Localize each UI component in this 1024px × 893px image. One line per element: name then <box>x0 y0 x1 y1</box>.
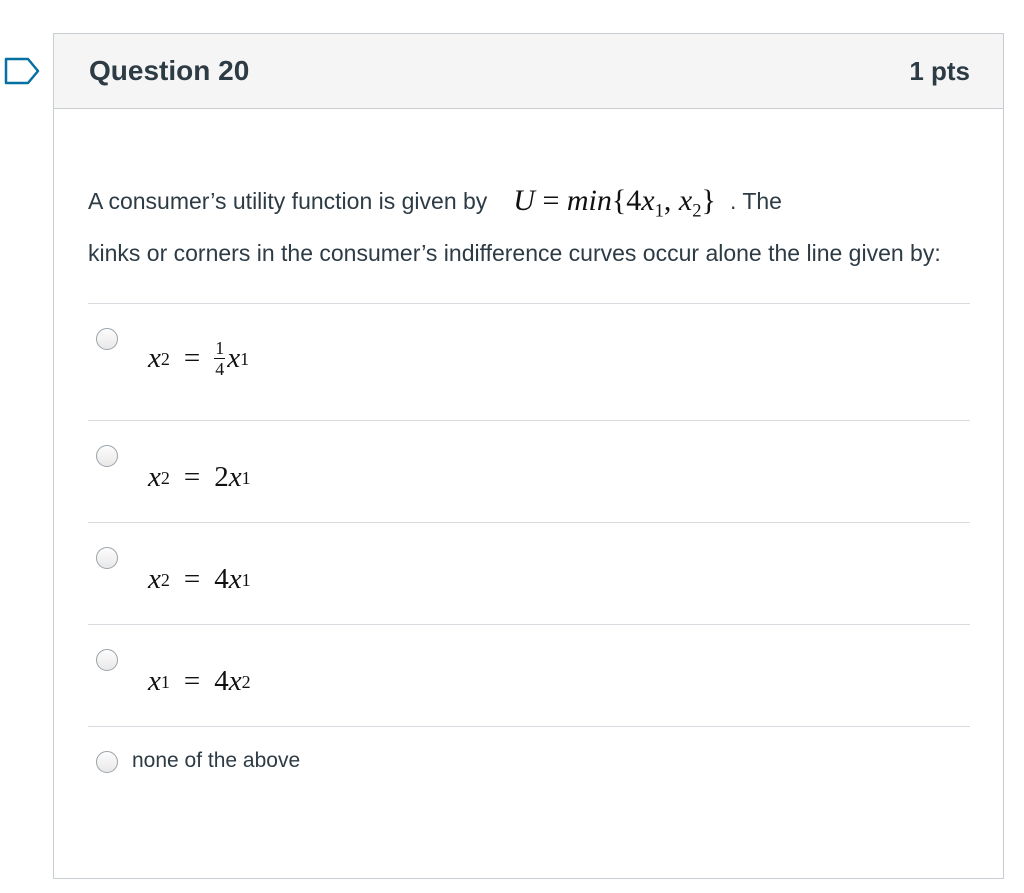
answer-list: x 2 = 1 4 x 1 x 2 = 2 x 1 x 2 = 4 x 1 x 1 = 4 x 2 <box>88 303 970 797</box>
answer-a-equation: x 2 = 1 4 x 1 <box>148 338 250 379</box>
question-body: A consumer’s utility function is given b… <box>54 171 1003 797</box>
answer-option-b[interactable]: x 2 = 2 x 1 <box>88 421 970 523</box>
question-text-line2: kinks or corners in the consumer’s indif… <box>88 240 941 266</box>
radio-button-d[interactable] <box>96 649 118 671</box>
answer-c-equation: x 2 = 4 x 1 <box>148 563 251 595</box>
question-text: A consumer’s utility function is given b… <box>88 171 968 275</box>
bookmark-flag-icon[interactable] <box>4 57 40 85</box>
answer-e-label: none of the above <box>132 749 301 772</box>
question-title: Question 20 <box>89 55 250 86</box>
radio-button-e[interactable] <box>96 751 118 773</box>
utility-function-equation: U = min{4x1, x2} <box>513 184 716 222</box>
answer-d-equation: x 1 = 4 x 2 <box>148 665 251 697</box>
question-points: 1 pts <box>909 55 970 86</box>
answer-option-e[interactable]: none of the above <box>88 727 970 797</box>
question-card: Question 20 1 pts A consumer’s utility f… <box>53 33 1004 879</box>
radio-button-a[interactable] <box>96 328 118 350</box>
answer-b-equation: x 2 = 2 x 1 <box>148 461 251 493</box>
radio-button-c[interactable] <box>96 547 118 569</box>
question-text-before: A consumer’s utility function is given b… <box>88 188 488 214</box>
answer-option-c[interactable]: x 2 = 4 x 1 <box>88 523 970 625</box>
answer-option-d[interactable]: x 1 = 4 x 2 <box>88 625 970 727</box>
question-text-after: . The <box>729 188 782 214</box>
answer-option-a[interactable]: x 2 = 1 4 x 1 <box>88 304 970 421</box>
radio-button-b[interactable] <box>96 445 118 467</box>
question-header: Question 20 1 pts <box>54 34 1003 109</box>
